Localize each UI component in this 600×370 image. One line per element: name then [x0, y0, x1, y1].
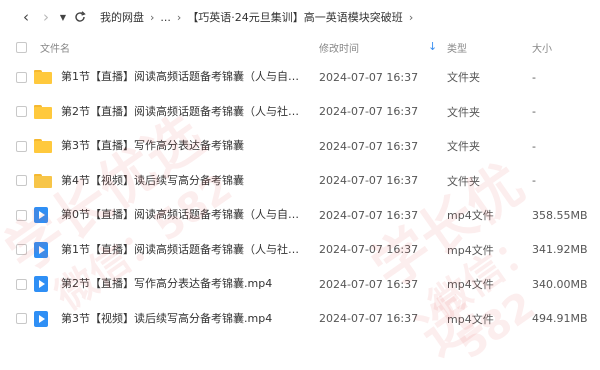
- file-name[interactable]: 第3节【直播】写作高分表达备考锦囊: [61, 129, 307, 164]
- column-name[interactable]: 文件名: [40, 34, 70, 60]
- file-date: 2024-07-07 16:37: [319, 174, 419, 188]
- breadcrumb: 我的网盘 › ... › 【巧英语·24元旦集训】高一英语模块突破班 ›: [100, 9, 419, 25]
- caret-down-icon: ▼: [59, 12, 67, 22]
- file-date: 2024-07-07 16:37: [319, 277, 419, 291]
- file-row[interactable]: 第3节【视频】读后续写高分备考锦囊.mp4 2024-07-07 16:37 m…: [0, 302, 600, 337]
- breadcrumb-current[interactable]: 【巧英语·24元旦集训】高一英语模块突破班: [187, 9, 403, 25]
- column-size[interactable]: 大小: [532, 34, 552, 60]
- row-checkbox-cell: [16, 95, 27, 130]
- refresh-icon: [75, 11, 86, 22]
- file-row[interactable]: 第0节【直播】阅读高频话题备考锦囊（人与自然）.mp4 2024-07-07 1…: [0, 198, 600, 233]
- file-type: mp4文件: [447, 312, 494, 326]
- refresh-button[interactable]: [70, 6, 90, 28]
- row-checkbox-cell: [16, 164, 27, 199]
- row-checkbox-cell: [16, 129, 27, 164]
- file-name[interactable]: 第3节【视频】读后续写高分备考锦囊.mp4: [61, 302, 307, 337]
- file-name[interactable]: 第4节【视频】读后续写高分备考锦囊: [61, 164, 307, 199]
- video-file-icon: [34, 233, 48, 268]
- file-size: 494.91MB: [532, 312, 588, 326]
- breadcrumb-ellipsis[interactable]: ...: [160, 11, 171, 24]
- breadcrumb-root[interactable]: 我的网盘: [100, 9, 144, 25]
- video-file-icon: [34, 302, 48, 337]
- row-checkbox[interactable]: [16, 71, 27, 83]
- file-row[interactable]: 第2节【直播】写作高分表达备考锦囊.mp4 2024-07-07 16:37 m…: [0, 267, 600, 302]
- file-type: mp4文件: [447, 209, 494, 223]
- column-date[interactable]: 修改时间: [319, 34, 359, 60]
- file-size: -: [532, 70, 536, 84]
- row-checkbox[interactable]: [16, 175, 27, 187]
- breadcrumb-separator: ›: [176, 10, 182, 24]
- file-row[interactable]: 第1节【直播】阅读高频话题备考锦囊（人与社会）.mp4 2024-07-07 1…: [0, 233, 600, 268]
- row-checkbox-cell: [16, 60, 27, 95]
- file-date: 2024-07-07 16:37: [319, 312, 419, 326]
- file-row[interactable]: 第1节【直播】阅读高频话题备考锦囊（人与自然） 2024-07-07 16:37…: [0, 60, 600, 95]
- file-row[interactable]: 第2节【直播】阅读高频话题备考锦囊（人与社会） 2024-07-07 16:37…: [0, 95, 600, 130]
- forward-button[interactable]: ›: [36, 6, 56, 28]
- file-row[interactable]: 第4节【视频】读后续写高分备考锦囊 2024-07-07 16:37 文件夹 -: [0, 164, 600, 199]
- back-button[interactable]: ‹: [16, 6, 36, 28]
- file-name[interactable]: 第2节【直播】写作高分表达备考锦囊.mp4: [61, 267, 307, 302]
- file-type: 文件夹: [447, 71, 480, 85]
- file-size: 340.00MB: [532, 277, 588, 291]
- file-name[interactable]: 第2节【直播】阅读高频话题备考锦囊（人与社会）: [61, 95, 307, 130]
- folder-icon: [34, 164, 52, 199]
- file-type: 文件夹: [447, 140, 480, 154]
- folder-icon: [34, 95, 52, 130]
- row-checkbox-cell: [16, 198, 27, 233]
- row-checkbox[interactable]: [16, 209, 27, 221]
- select-all-checkbox[interactable]: [16, 41, 27, 53]
- row-checkbox[interactable]: [16, 244, 27, 256]
- row-checkbox-cell: [16, 267, 27, 302]
- column-type[interactable]: 类型: [447, 34, 467, 60]
- column-header: 文件名 修改时间 ↓ 类型 大小: [0, 34, 600, 60]
- folder-icon: [34, 129, 52, 164]
- file-type: 文件夹: [447, 174, 480, 188]
- file-date: 2024-07-07 16:37: [319, 139, 419, 153]
- chevron-left-icon: ‹: [23, 8, 29, 26]
- file-size: -: [532, 174, 536, 188]
- file-size: -: [532, 139, 536, 153]
- file-name[interactable]: 第1节【直播】阅读高频话题备考锦囊（人与社会）.mp4: [61, 233, 307, 268]
- row-checkbox-cell: [16, 302, 27, 337]
- row-checkbox-cell: [16, 233, 27, 268]
- file-name[interactable]: 第1节【直播】阅读高频话题备考锦囊（人与自然）: [61, 60, 307, 95]
- history-dropdown[interactable]: ▼: [56, 6, 70, 28]
- file-date: 2024-07-07 16:37: [319, 243, 419, 257]
- file-row[interactable]: 第3节【直播】写作高分表达备考锦囊 2024-07-07 16:37 文件夹 -: [0, 129, 600, 164]
- file-name[interactable]: 第0节【直播】阅读高频话题备考锦囊（人与自然）.mp4: [61, 198, 307, 233]
- file-size: 358.55MB: [532, 208, 588, 222]
- file-size: -: [532, 105, 536, 119]
- chevron-right-icon: ›: [43, 8, 49, 26]
- toolbar: ‹ › ▼ 我的网盘 › ... › 【巧英语·24元旦集训】高一英语模块突破班…: [0, 0, 600, 34]
- file-type: 文件夹: [447, 105, 480, 119]
- row-checkbox[interactable]: [16, 140, 27, 152]
- row-checkbox[interactable]: [16, 313, 27, 325]
- folder-icon: [34, 60, 52, 95]
- breadcrumb-separator: ›: [150, 10, 155, 24]
- row-checkbox[interactable]: [16, 278, 27, 290]
- video-file-icon: [34, 198, 48, 233]
- video-file-icon: [34, 267, 48, 302]
- select-all-checkbox-cell: [16, 34, 27, 60]
- file-type: mp4文件: [447, 243, 494, 257]
- file-date: 2024-07-07 16:37: [319, 70, 419, 84]
- sort-down-icon[interactable]: ↓: [428, 40, 437, 53]
- file-type: mp4文件: [447, 278, 494, 292]
- file-size: 341.92MB: [532, 243, 588, 257]
- file-list: 第1节【直播】阅读高频话题备考锦囊（人与自然） 2024-07-07 16:37…: [0, 60, 600, 336]
- row-checkbox[interactable]: [16, 106, 27, 118]
- file-date: 2024-07-07 16:37: [319, 208, 419, 222]
- breadcrumb-separator: ›: [408, 10, 414, 24]
- file-date: 2024-07-07 16:37: [319, 105, 419, 119]
